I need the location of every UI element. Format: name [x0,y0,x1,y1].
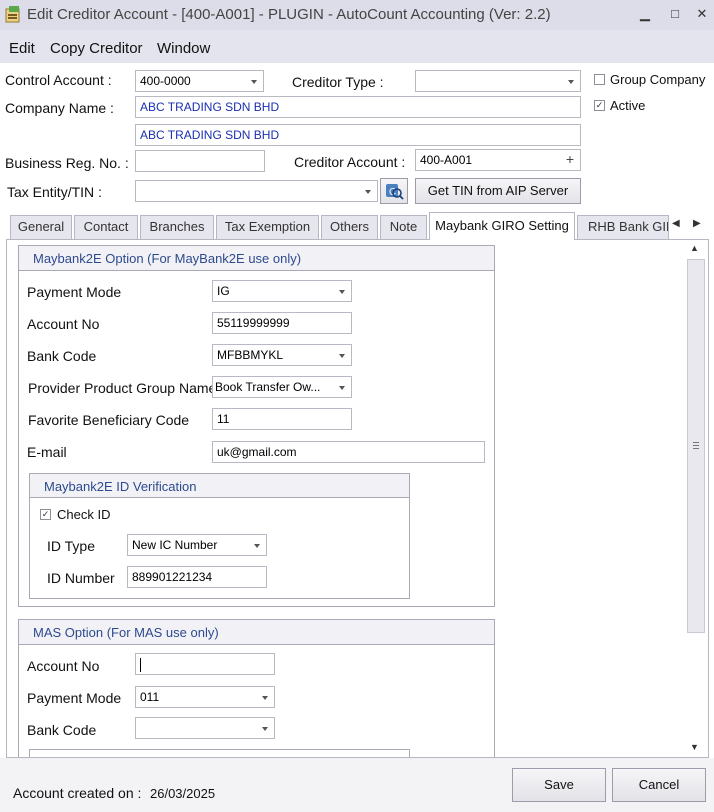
mas-payment-mode-value: 011 [140,690,160,704]
mas-account-no-label: Account No [27,658,100,674]
tab-others[interactable]: Others [321,215,378,239]
plus-icon[interactable]: + [566,151,574,167]
bank-code-dropdown[interactable]: MFBBMYKL [212,344,352,366]
chevron-down-icon [339,290,345,294]
chevron-down-icon [339,354,345,358]
account-no-input[interactable]: 55119999999 [212,312,352,334]
tab-maybank-giro-setting[interactable]: Maybank GIRO Setting [429,212,575,240]
active-checkbox[interactable]: ✓ [594,100,605,111]
email-label: E-mail [27,444,67,460]
chevron-down-icon [262,696,268,700]
company-name-input[interactable]: ABC TRADING SDN BHD [135,96,581,118]
close-button[interactable]: ✕ [690,4,714,24]
chevron-down-icon [568,80,574,84]
tab-panel: Maybank2E Option (For MayBank2E use only… [6,239,709,758]
tab-rhb-bank-giro[interactable]: RHB Bank GIRO [577,215,669,239]
creditor-account-value: 400-A001 [420,153,473,167]
menu-edit[interactable]: Edit [9,40,35,57]
tax-entity-label: Tax Entity/TIN : [7,184,102,200]
id-type-label: ID Type [47,538,95,554]
creditor-account-input[interactable]: 400-A001 + [415,149,581,171]
check-id-label: Check ID [57,507,111,522]
bank-code-label: Bank Code [27,348,97,364]
payment-mode-value: IG [217,284,230,298]
check-id-checkbox[interactable]: ✓ [40,509,51,520]
provider-product-dropdown[interactable]: Book Transfer Ow... [212,376,352,398]
account-created-date: 26/03/2025 [150,786,216,801]
provider-product-value: Book Transfer Ow... [215,380,321,394]
group-company-checkbox[interactable] [594,74,605,85]
mas-payment-mode-label: Payment Mode [27,690,122,706]
company-name-label: Company Name : [5,100,114,116]
minimize-button[interactable]: ▁ [633,4,657,24]
mas-group: MAS Option (For MAS use only) Account No… [18,619,495,757]
maximize-button[interactable]: □ [663,4,687,24]
search-icon: C [386,184,404,200]
chevron-down-icon [365,190,371,194]
get-tin-button[interactable]: Get TIN from AIP Server [415,178,581,204]
id-type-value: New IC Number [132,538,218,552]
chevron-down-icon [339,386,345,390]
tab-general[interactable]: General [10,215,72,239]
mas-id-verification-group [29,749,410,757]
tin-lookup-button[interactable]: C [380,178,408,204]
tab-branches[interactable]: Branches [140,215,214,239]
scroll-down-icon[interactable]: ▼ [690,742,699,752]
chevron-down-icon [254,544,260,548]
menu-copy-creditor[interactable]: Copy Creditor [50,40,143,57]
maybank2e-group: Maybank2E Option (For MayBank2E use only… [18,245,495,607]
tab-tax-exemption[interactable]: Tax Exemption [216,215,319,239]
tab-contact[interactable]: Contact [74,215,138,239]
control-account-label: Control Account : [5,72,112,88]
favorite-beneficiary-label: Favorite Beneficiary Code [28,412,190,428]
creditor-account-label: Creditor Account : [294,154,406,170]
text-cursor [140,657,141,672]
tab-note[interactable]: Note [380,215,427,239]
creditor-type-dropdown[interactable] [415,70,581,92]
id-number-label: ID Number [47,570,115,586]
mas-bank-code-dropdown[interactable] [135,717,275,739]
tab-scroll-right-icon[interactable]: ▶ [693,218,701,229]
payment-mode-label: Payment Mode [27,284,122,300]
maybank2e-group-title: Maybank2E Option (For MayBank2E use only… [19,246,494,271]
account-created-label: Account created on : [13,785,142,801]
chevron-down-icon [251,80,257,84]
email-input[interactable]: uk@gmail.com [212,441,485,463]
window-title: Edit Creditor Account - [400-A001] - PLU… [27,6,551,23]
tax-entity-dropdown[interactable] [135,180,378,202]
tab-scroll-left-icon[interactable]: ◀ [672,218,680,229]
menu-window[interactable]: Window [157,40,210,57]
id-verification-title: Maybank2E ID Verification [30,474,409,498]
bank-code-value: MFBBMYKL [217,348,284,362]
mas-payment-mode-dropdown[interactable]: 011 [135,686,275,708]
business-reg-input[interactable] [135,150,265,172]
account-no-label: Account No [27,316,100,332]
id-verification-group: Maybank2E ID Verification ✓ Check ID ID … [29,473,410,599]
control-account-dropdown[interactable]: 400-0000 [135,70,264,92]
cancel-button[interactable]: Cancel [612,768,706,802]
creditor-type-label: Creditor Type : [292,74,384,90]
group-company-label: Group Company [610,72,706,87]
mas-group-title: MAS Option (For MAS use only) [19,620,494,645]
business-reg-label: Business Reg. No. : [5,155,129,171]
chevron-down-icon [262,727,268,731]
company-name-2-input[interactable]: ABC TRADING SDN BHD [135,124,581,146]
save-button[interactable]: Save [512,768,606,802]
vertical-scrollbar[interactable] [687,259,705,633]
payment-mode-dropdown[interactable]: IG [212,280,352,302]
id-number-input[interactable]: 889901221234 [127,566,267,588]
mas-bank-code-label: Bank Code [27,722,97,738]
control-account-value: 400-0000 [140,74,191,88]
scroll-up-icon[interactable]: ▲ [690,243,699,253]
active-label: Active [610,98,646,113]
favorite-beneficiary-input[interactable]: 11 [212,408,352,430]
mas-account-no-input[interactable] [135,653,275,675]
id-type-dropdown[interactable]: New IC Number [127,534,267,556]
provider-product-label: Provider Product Group Name [28,380,217,396]
app-logo-icon [5,6,20,23]
